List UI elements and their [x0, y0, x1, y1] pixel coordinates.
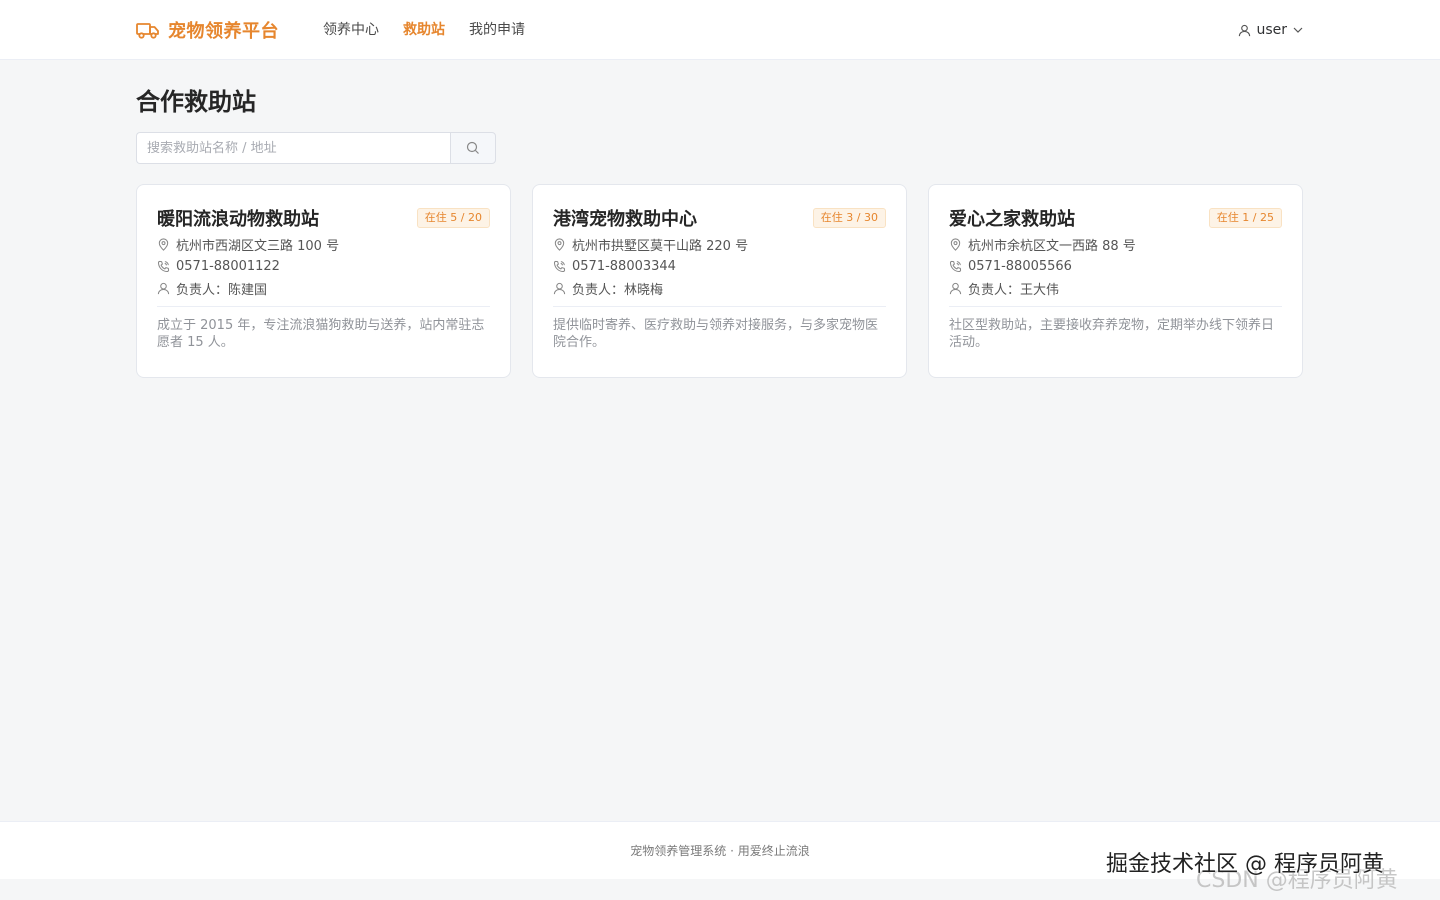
search-button[interactable] — [450, 132, 496, 164]
brand-name: 宠物领养平台 — [168, 21, 279, 42]
search-bar — [136, 132, 496, 164]
station-name: 爱心之家救助站 — [949, 209, 1075, 230]
phone-text: 0571-88001122 — [176, 259, 280, 274]
card-header: 港湾宠物救助中心 在住 3 / 30 — [553, 205, 886, 231]
user-menu[interactable]: user — [1238, 0, 1304, 60]
footer-text: 宠物领养管理系统 · 用爱终止流浪 — [630, 844, 810, 858]
nav-adoption-center[interactable]: 领养中心 — [311, 0, 391, 60]
manager-text: 负责人：林晓梅 — [572, 283, 664, 298]
page-title: 合作救助站 — [136, 88, 256, 116]
brand[interactable]: 宠物领养平台 — [136, 17, 279, 43]
location-pin-icon — [554, 238, 565, 251]
station-card[interactable]: 港湾宠物救助中心 在住 3 / 30 杭州市拱墅区莫干山路 220 号 0571… — [532, 184, 907, 378]
station-phone: 0571-88001122 — [157, 258, 490, 275]
station-address: 杭州市西湖区文三路 100 号 — [157, 236, 490, 254]
card-divider — [949, 306, 1282, 307]
card-header: 暖阳流浪动物救助站 在住 5 / 20 — [157, 205, 490, 231]
occupancy-badge: 在住 5 / 20 — [416, 208, 490, 228]
station-manager: 负责人：王大伟 — [949, 280, 1282, 298]
user-name: user — [1256, 22, 1287, 38]
user-icon — [949, 282, 962, 295]
watermark-juejin: 掘金技术社区 @ 程序员阿黄 — [1106, 852, 1384, 877]
station-name: 暖阳流浪动物救助站 — [157, 209, 319, 230]
nav-rescue-stations[interactable]: 救助站 — [391, 0, 457, 60]
station-description: 提供临时寄养、医疗救助与领养对接服务，与多家宠物医院合作。 — [553, 318, 879, 350]
manager-text: 负责人：王大伟 — [968, 283, 1060, 298]
station-manager: 负责人：林晓梅 — [553, 280, 886, 298]
location-pin-icon — [158, 238, 169, 251]
station-list: 暖阳流浪动物救助站 在住 5 / 20 杭州市西湖区文三路 100 号 0571… — [136, 184, 1304, 378]
occupancy-badge: 在住 3 / 30 — [812, 208, 886, 228]
user-icon — [1239, 24, 1251, 36]
station-address: 杭州市余杭区文一西路 88 号 — [949, 236, 1282, 254]
top-header: 宠物领养平台 领养中心 救助站 我的申请 user — [0, 0, 1440, 60]
truck-icon — [136, 20, 160, 40]
chevron-down-icon — [1293, 27, 1303, 33]
station-card[interactable]: 爱心之家救助站 在住 1 / 25 杭州市余杭区文一西路 88 号 0571-8… — [928, 184, 1303, 378]
occupancy-badge: 在住 1 / 25 — [1208, 208, 1282, 228]
station-name: 港湾宠物救助中心 — [553, 209, 697, 230]
address-text: 杭州市拱墅区莫干山路 220 号 — [572, 239, 749, 254]
card-divider — [157, 306, 490, 307]
phone-icon — [553, 260, 566, 273]
phone-text: 0571-88005566 — [968, 259, 1072, 274]
location-pin-icon — [950, 238, 961, 251]
station-address: 杭州市拱墅区莫干山路 220 号 — [553, 236, 886, 254]
main-nav: 领养中心 救助站 我的申请 — [311, 0, 537, 60]
search-input[interactable] — [136, 132, 450, 164]
address-text: 杭州市西湖区文三路 100 号 — [176, 239, 340, 254]
station-description: 成立于 2015 年，专注流浪猫狗救助与送养，站内常驻志愿者 15 人。 — [157, 318, 485, 350]
search-icon — [466, 141, 479, 154]
address-text: 杭州市余杭区文一西路 88 号 — [968, 239, 1136, 254]
station-phone: 0571-88005566 — [949, 258, 1282, 275]
manager-text: 负责人：陈建国 — [176, 283, 268, 298]
phone-icon — [949, 260, 962, 273]
card-divider — [553, 306, 886, 307]
station-description: 社区型救助站，主要接收弃养宠物，定期举办线下领养日活动。 — [949, 318, 1275, 350]
phone-icon — [157, 260, 170, 273]
card-header: 爱心之家救助站 在住 1 / 25 — [949, 205, 1282, 231]
phone-text: 0571-88003344 — [572, 259, 676, 274]
user-icon — [157, 282, 170, 295]
main-content: 合作救助站 暖阳流浪动物救助站 在住 5 / 20 杭州市西湖区文三路 100 … — [136, 60, 1304, 378]
header-inner: 宠物领养平台 领养中心 救助站 我的申请 user — [136, 0, 1304, 60]
nav-my-applications[interactable]: 我的申请 — [457, 0, 537, 60]
station-manager: 负责人：陈建国 — [157, 280, 490, 298]
station-card[interactable]: 暖阳流浪动物救助站 在住 5 / 20 杭州市西湖区文三路 100 号 0571… — [136, 184, 511, 378]
station-phone: 0571-88003344 — [553, 258, 886, 275]
user-icon — [553, 282, 566, 295]
